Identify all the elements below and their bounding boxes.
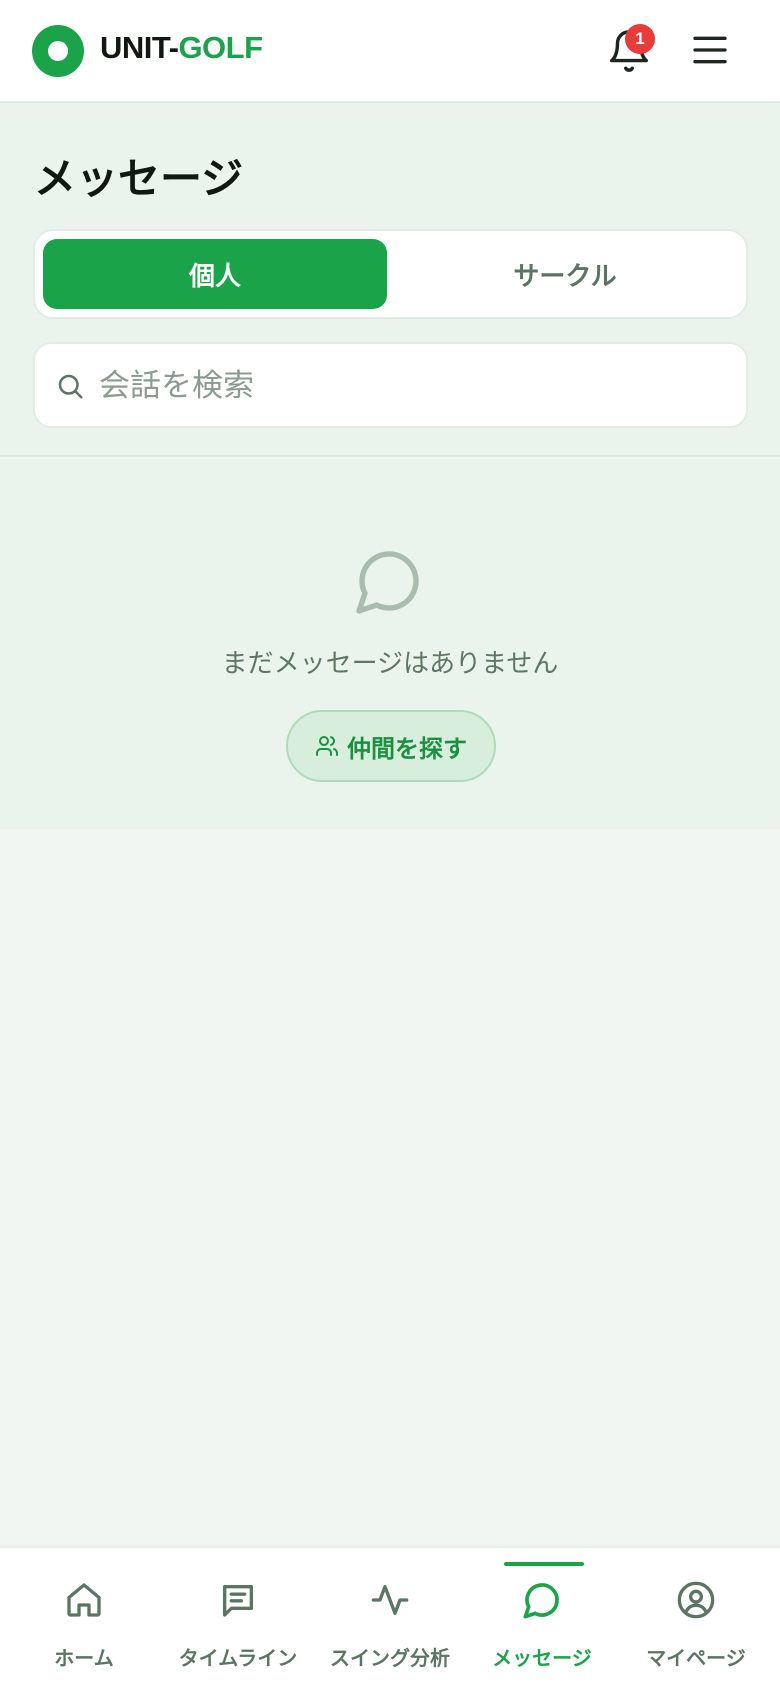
tab-circle[interactable]: サークル — [393, 239, 737, 309]
active-tab-indicator — [504, 1562, 584, 1566]
user-circle-icon — [677, 1581, 715, 1619]
empty-state-message: まだメッセージはありません — [221, 649, 559, 679]
messages-page: UNIT-GOLF 1 メッセージ 個人 サークル 会話を検索 まだメッセージは… — [0, 0, 780, 1688]
nav-home-label: ホーム — [54, 1646, 114, 1670]
bottom-navigation: ホーム タイムライン スイング分析 メッセージ マイページ — [0, 1546, 780, 1688]
tab-personal[interactable]: 個人 — [43, 239, 387, 309]
messages-top-section: メッセージ 個人 サークル — [0, 103, 780, 457]
home-icon — [67, 1583, 101, 1617]
page-title: メッセージ — [34, 154, 244, 203]
logo-unit: UNIT- — [100, 30, 179, 65]
search-box — [33, 342, 748, 428]
nav-messages-label: メッセージ — [492, 1646, 592, 1670]
logo-text[interactable]: UNIT-GOLF — [100, 30, 263, 66]
find-friends-label: 仲間を探す — [347, 734, 467, 763]
search-input[interactable] — [99, 358, 719, 414]
nav-swing-analysis[interactable]: スイング分析 — [312, 1548, 468, 1688]
nav-timeline[interactable]: タイムライン — [160, 1548, 316, 1688]
nav-swing-analysis-label: スイング分析 — [330, 1646, 450, 1670]
find-friends-button[interactable]: 仲間を探す — [286, 710, 496, 782]
nav-mypage-label: マイページ — [646, 1646, 746, 1670]
nav-mypage[interactable]: マイページ — [618, 1548, 774, 1688]
nav-timeline-label: タイムライン — [178, 1646, 298, 1670]
message-type-tabs: 個人 サークル — [33, 229, 748, 319]
chat-bubble-icon — [523, 1583, 559, 1619]
logo-golf: GOLF — [178, 30, 263, 65]
activity-icon — [371, 1585, 409, 1615]
empty-state: まだメッセージはありません 仲間を探す — [0, 459, 780, 829]
app-header: UNIT-GOLF 1 — [0, 0, 780, 103]
content-area — [0, 829, 780, 1546]
hamburger-menu-icon[interactable] — [690, 30, 730, 70]
nav-home[interactable]: ホーム — [6, 1548, 162, 1688]
timeline-icon — [223, 1585, 253, 1617]
search-icon — [58, 374, 83, 399]
chat-bubble-icon — [356, 551, 419, 614]
users-icon — [316, 736, 338, 756]
notification-badge: 1 — [625, 24, 655, 54]
nav-messages[interactable]: メッセージ — [464, 1548, 620, 1688]
logo-icon[interactable] — [32, 25, 84, 77]
